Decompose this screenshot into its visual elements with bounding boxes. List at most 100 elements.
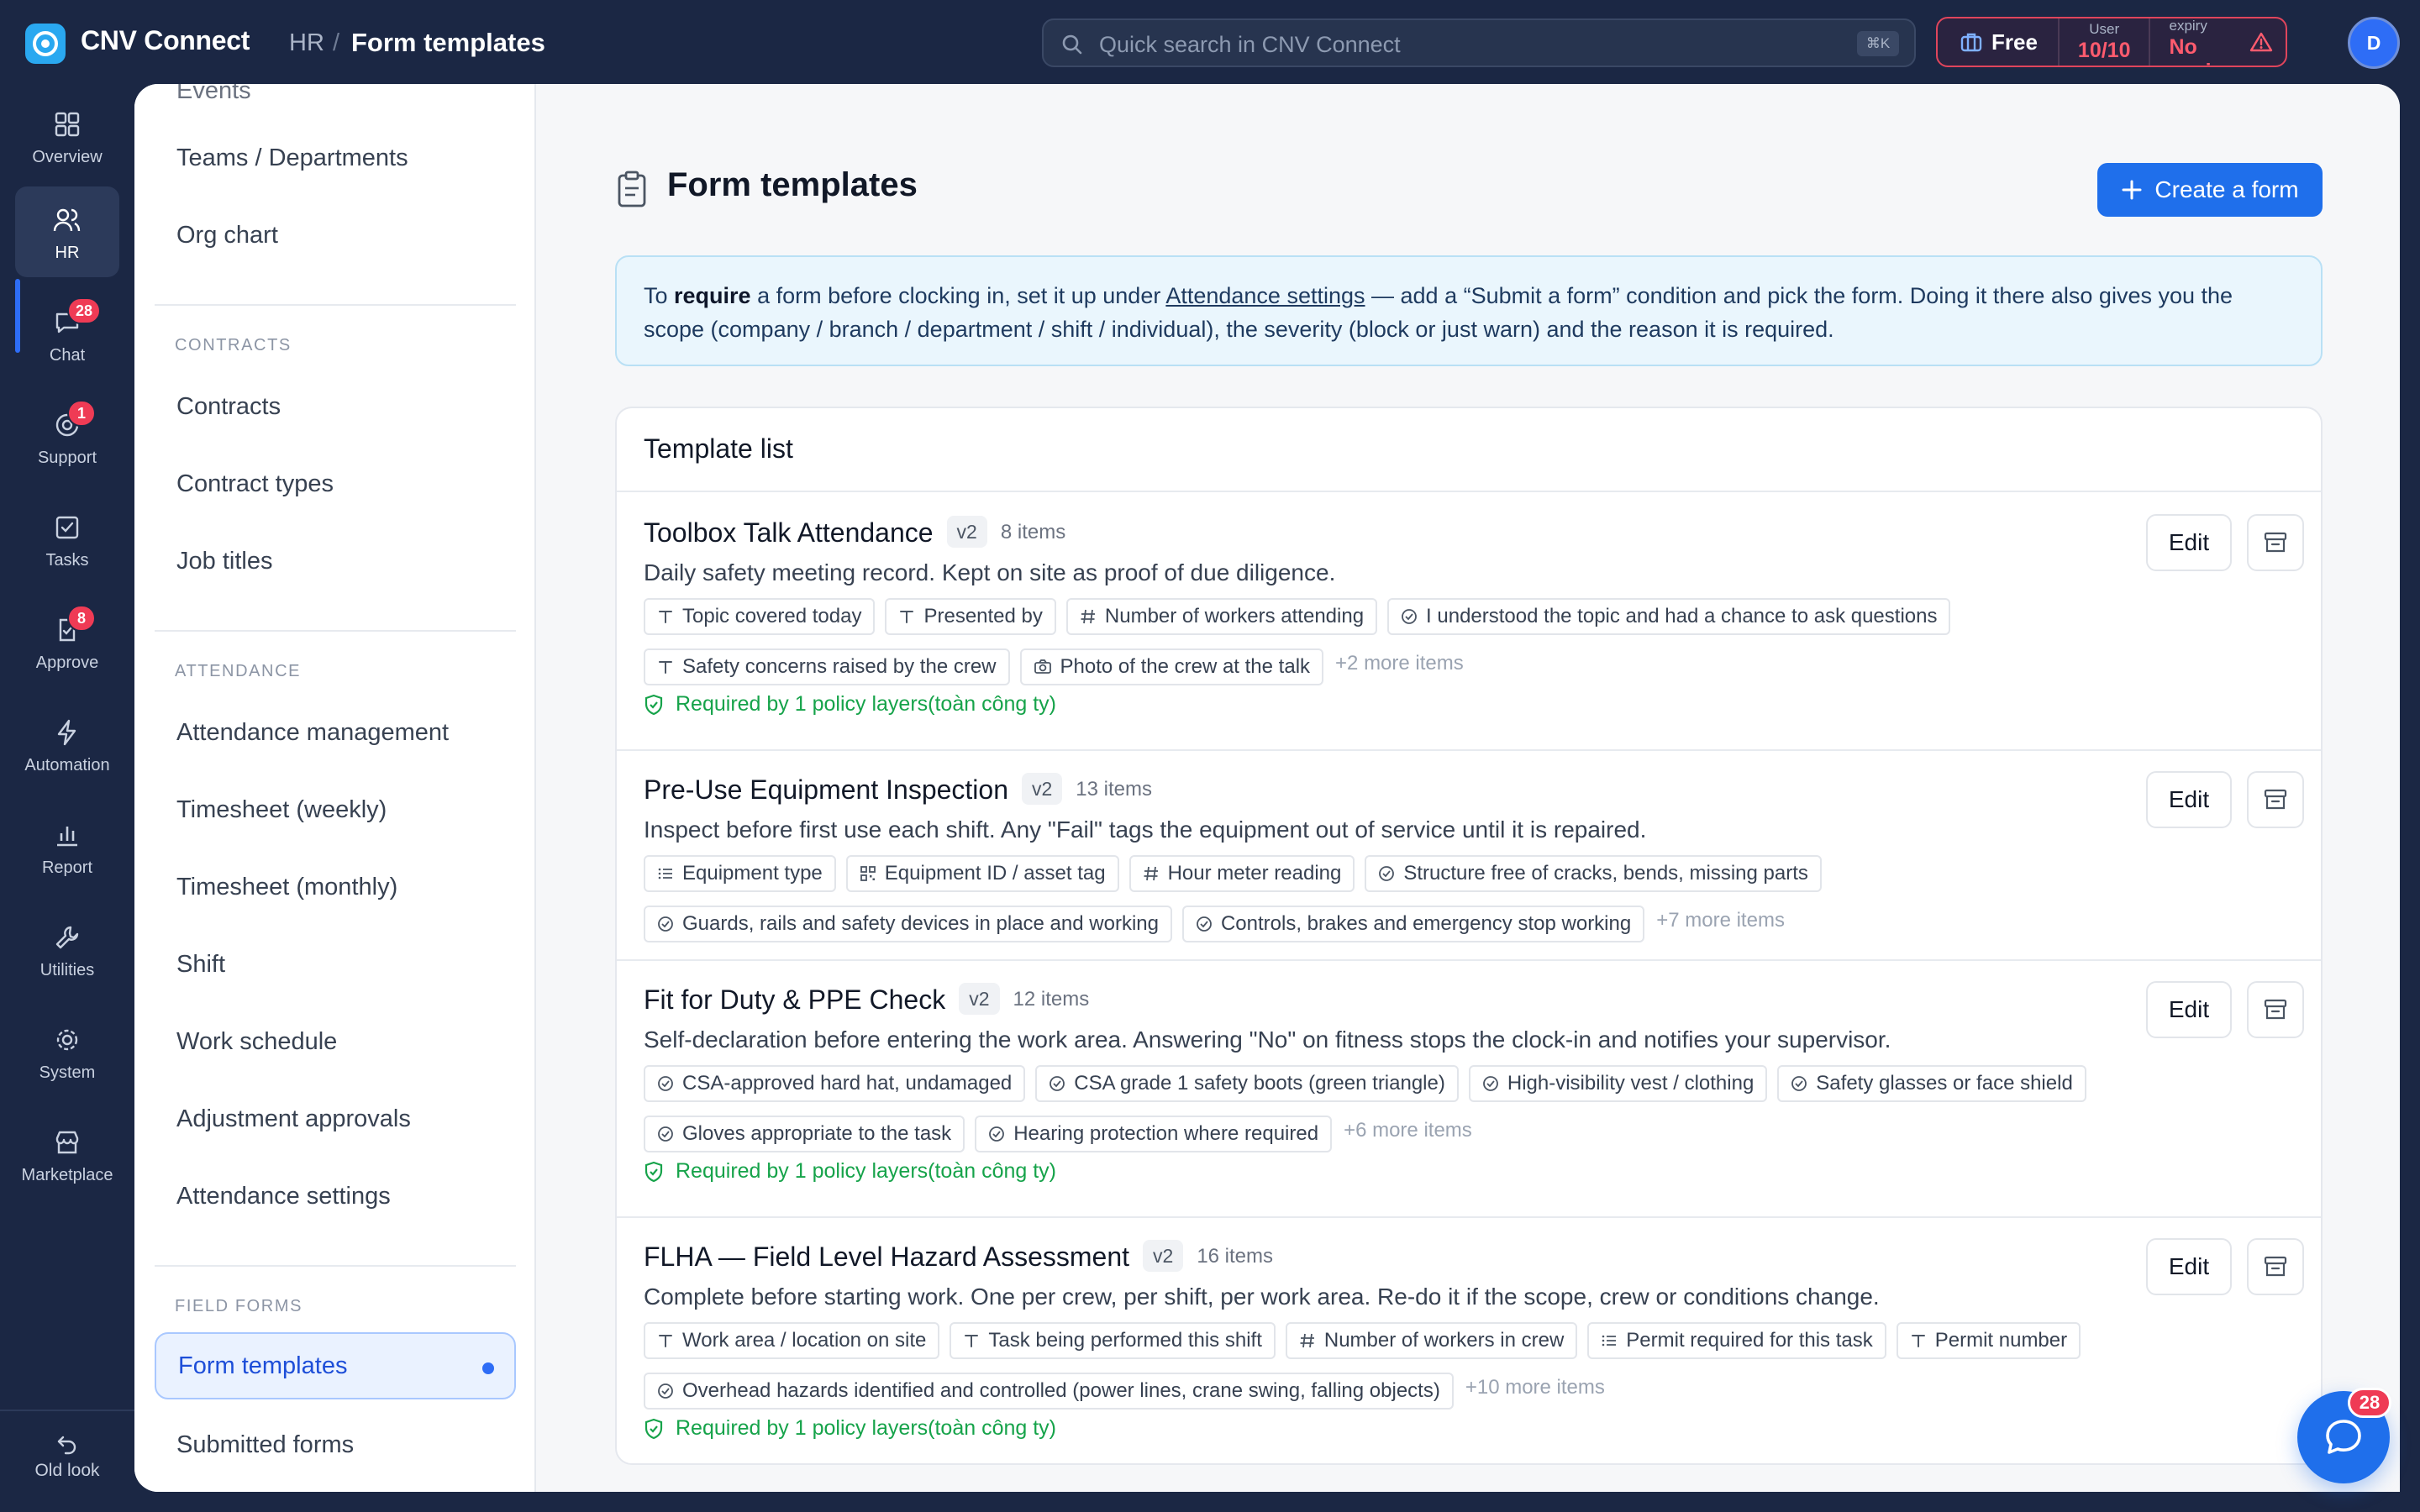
field-chip: Guards, rails and safety devices in plac… — [644, 906, 1172, 942]
attendance-settings-link[interactable]: Attendance settings — [1165, 283, 1365, 308]
field-chip: CSA grade 1 safety boots (green triangle… — [1035, 1065, 1459, 1102]
archive-icon — [2263, 1255, 2288, 1278]
subnav-item-events[interactable]: Events — [155, 84, 516, 124]
plan-expiry-label: Plan expiry — [2169, 17, 2207, 34]
old-look-button[interactable]: Old look — [15, 1420, 119, 1495]
hash-icon — [1299, 1332, 1316, 1349]
qr-icon — [860, 865, 876, 882]
nav-label: Automation — [24, 756, 110, 774]
subnav-item-adjustment-approvals[interactable]: Adjustment approvals — [155, 1085, 516, 1152]
plan-tier[interactable]: Free — [1938, 18, 2060, 66]
template-name[interactable]: Pre-Use Equipment Inspection — [644, 774, 1008, 806]
breadcrumb-hr[interactable]: HR — [289, 29, 324, 57]
field-chip: Equipment type — [644, 855, 836, 892]
field-chip: I understood the topic and had a chance … — [1387, 598, 1951, 635]
chat-badge: 28 — [67, 297, 102, 324]
template-row[interactable]: Fit for Duty & PPE Check v2 12 items Self-d… — [617, 961, 2321, 1218]
briefcase-icon — [1960, 31, 1983, 53]
field-chip: Photo of the crew at the talk — [1019, 648, 1324, 685]
template-row[interactable]: FLHA — Field Level Hazard Assessment v2 16… — [617, 1218, 2321, 1463]
policy-label: Required by 1 policy layers(toàn công ty… — [676, 1416, 1057, 1440]
subnav-item-teams[interactable]: Teams / Departments — [155, 124, 516, 192]
more-items[interactable]: +2 more items — [1334, 652, 1464, 675]
search-input[interactable]: Quick search in CNV Connect ⌘K — [1042, 18, 1916, 67]
field-chip-label: Hour meter reading — [1167, 862, 1342, 885]
subnav-item-attendance-management[interactable]: Attendance management — [155, 699, 516, 766]
subnav-item-timesheet-weekly[interactable]: Timesheet (weekly) — [155, 776, 516, 843]
nav-label: Support — [37, 449, 97, 467]
subnav-item-shift[interactable]: Shift — [155, 931, 516, 998]
field-chip: High-visibility vest / clothing — [1468, 1065, 1768, 1102]
warning-icon — [2249, 18, 2286, 66]
field-chip-label: Equipment ID / asset tag — [884, 862, 1106, 885]
subnav-item-org-chart[interactable]: Org chart — [155, 202, 516, 269]
check-circle-icon — [657, 1126, 674, 1142]
check-circle-icon — [1378, 865, 1395, 882]
subnav-item-work-schedule[interactable]: Work schedule — [155, 1008, 516, 1075]
chat-fab-badge: 28 — [2348, 1388, 2391, 1418]
nav-label: Overview — [32, 148, 103, 166]
subnav-header-attendance: ATTENDANCE — [175, 662, 302, 680]
nav-chat[interactable]: 28 Chat — [15, 289, 119, 380]
archive-button[interactable] — [2247, 514, 2304, 571]
create-form-button[interactable]: Create a form — [2097, 163, 2323, 217]
subnav-item-timesheet-monthly[interactable]: Timesheet (monthly) — [155, 853, 516, 921]
plan-users: User 10/10 — [2060, 18, 2151, 66]
info-strong: require — [674, 283, 751, 308]
nav-support[interactable]: 1 Support — [15, 391, 119, 482]
field-chip-label: Topic covered today — [682, 605, 862, 627]
nav-marketplace[interactable]: Marketplace — [15, 1109, 119, 1200]
hr-subnav: Events Teams / Departments Org chart CON… — [134, 84, 536, 1492]
edit-button[interactable]: Edit — [2146, 771, 2232, 828]
field-chip: Hour meter reading — [1128, 855, 1355, 892]
edit-button[interactable]: Edit — [2146, 981, 2232, 1038]
subnav-item-attendance-settings[interactable]: Attendance settings — [155, 1163, 516, 1230]
more-items[interactable]: +10 more items — [1464, 1376, 1605, 1399]
template-name[interactable]: Toolbox Talk Attendance — [644, 517, 934, 549]
template-name[interactable]: Fit for Duty & PPE Check — [644, 984, 945, 1016]
nav-hr[interactable]: HR — [15, 186, 119, 277]
text-icon — [963, 1332, 980, 1349]
field-chip-label: Equipment type — [682, 862, 823, 885]
subnav-item-job-titles[interactable]: Job titles — [155, 528, 516, 595]
subnav-item-contract-types[interactable]: Contract types — [155, 450, 516, 517]
nav-report[interactable]: Report — [15, 801, 119, 892]
list-icon — [657, 865, 674, 882]
check-circle-icon — [988, 1126, 1005, 1142]
nav-automation[interactable]: Automation — [15, 699, 119, 790]
clipboard-icon — [615, 170, 649, 208]
archive-button[interactable] — [2247, 1238, 2304, 1295]
nav-overview[interactable]: Overview — [15, 91, 119, 181]
template-row[interactable]: Toolbox Talk Attendance v2 8 items Daily sa… — [617, 494, 2321, 751]
archive-button[interactable] — [2247, 771, 2304, 828]
nav-system[interactable]: System — [15, 1006, 119, 1097]
archive-icon — [2263, 788, 2288, 811]
edit-button[interactable]: Edit — [2146, 514, 2232, 571]
field-chip: Presented by — [885, 598, 1056, 635]
search-shortcut: ⌘K — [1857, 31, 1899, 56]
app-logo-icon[interactable] — [25, 24, 66, 64]
field-chip: Safety concerns raised by the crew — [644, 648, 1010, 685]
edit-button[interactable]: Edit — [2146, 1238, 2232, 1295]
subnav-item-contracts[interactable]: Contracts — [155, 373, 516, 440]
main-panel: Events Teams / Departments Org chart CON… — [134, 84, 2400, 1492]
template-name[interactable]: FLHA — Field Level Hazard Assessment — [644, 1242, 1129, 1273]
more-items[interactable]: +7 more items — [1655, 909, 1785, 932]
text-icon — [898, 608, 915, 625]
more-items[interactable]: +6 more items — [1342, 1119, 1472, 1142]
template-row[interactable]: Pre-Use Equipment Inspection v2 13 items In… — [617, 751, 2321, 961]
avatar[interactable]: D — [2348, 17, 2400, 69]
nav-label: HR — [55, 244, 80, 262]
subnav-item-form-templates[interactable]: Form templates — [155, 1332, 516, 1399]
subnav-header-contracts: CONTRACTS — [175, 336, 292, 354]
field-chip: Permit number — [1896, 1322, 2081, 1359]
nav-approve[interactable]: 8 Approve — [15, 596, 119, 687]
top-bar: CNV Connect HR / Form templates Quick se… — [0, 0, 2420, 84]
plan-status[interactable]: Free User 10/10 Plan expiry No expiry — [1936, 17, 2287, 67]
subnav-item-submitted-forms[interactable]: Submitted forms — [155, 1411, 516, 1478]
template-description: Daily safety meeting record. Kept on sit… — [644, 559, 1336, 585]
nav-utilities[interactable]: Utilities — [15, 904, 119, 995]
policy-status: Required by 1 policy layers(toàn công ty… — [644, 1416, 1056, 1441]
nav-tasks[interactable]: Tasks — [15, 494, 119, 585]
archive-button[interactable] — [2247, 981, 2304, 1038]
